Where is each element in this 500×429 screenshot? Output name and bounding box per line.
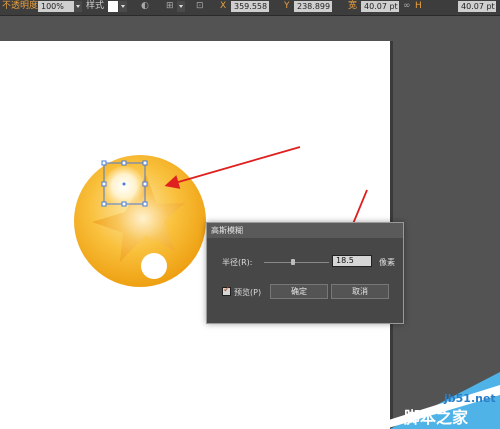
preview-checkbox[interactable]: ✓ xyxy=(222,285,231,296)
white-circle[interactable] xyxy=(141,253,167,279)
selection-handle[interactable] xyxy=(142,201,148,207)
radius-label: 半径(R): xyxy=(222,258,253,267)
radius-unit: 像素 xyxy=(379,258,395,267)
radius-slider-thumb[interactable] xyxy=(291,259,295,265)
selection-handle[interactable] xyxy=(142,181,148,187)
cancel-button[interactable]: 取消 xyxy=(331,284,389,299)
radius-input[interactable]: 18.5 xyxy=(332,255,372,267)
selection-handle[interactable] xyxy=(101,181,107,187)
selection-handle[interactable] xyxy=(101,160,107,166)
gaussian-blur-dialog: 高斯模糊 半径(R): 18.5 像素 ✓ 预览(P) 确定 取消 xyxy=(206,222,404,324)
preview-label[interactable]: 预览(P) xyxy=(234,287,261,298)
dialog-title: 高斯模糊 xyxy=(207,223,403,238)
radius-slider[interactable] xyxy=(264,262,329,263)
selection-handle[interactable] xyxy=(121,201,127,207)
checkmark-icon: ✓ xyxy=(223,285,231,295)
selection-handle[interactable] xyxy=(142,160,148,166)
selection-handle[interactable] xyxy=(101,201,107,207)
selection-handle[interactable] xyxy=(121,160,127,166)
selection-center-point xyxy=(122,182,126,186)
watermark-text: 脚本之家 xyxy=(404,408,469,427)
ok-button[interactable]: 确定 xyxy=(270,284,328,299)
blurred-highlight[interactable] xyxy=(104,166,144,206)
artwork xyxy=(74,146,500,429)
annotation-arrow xyxy=(164,146,301,189)
